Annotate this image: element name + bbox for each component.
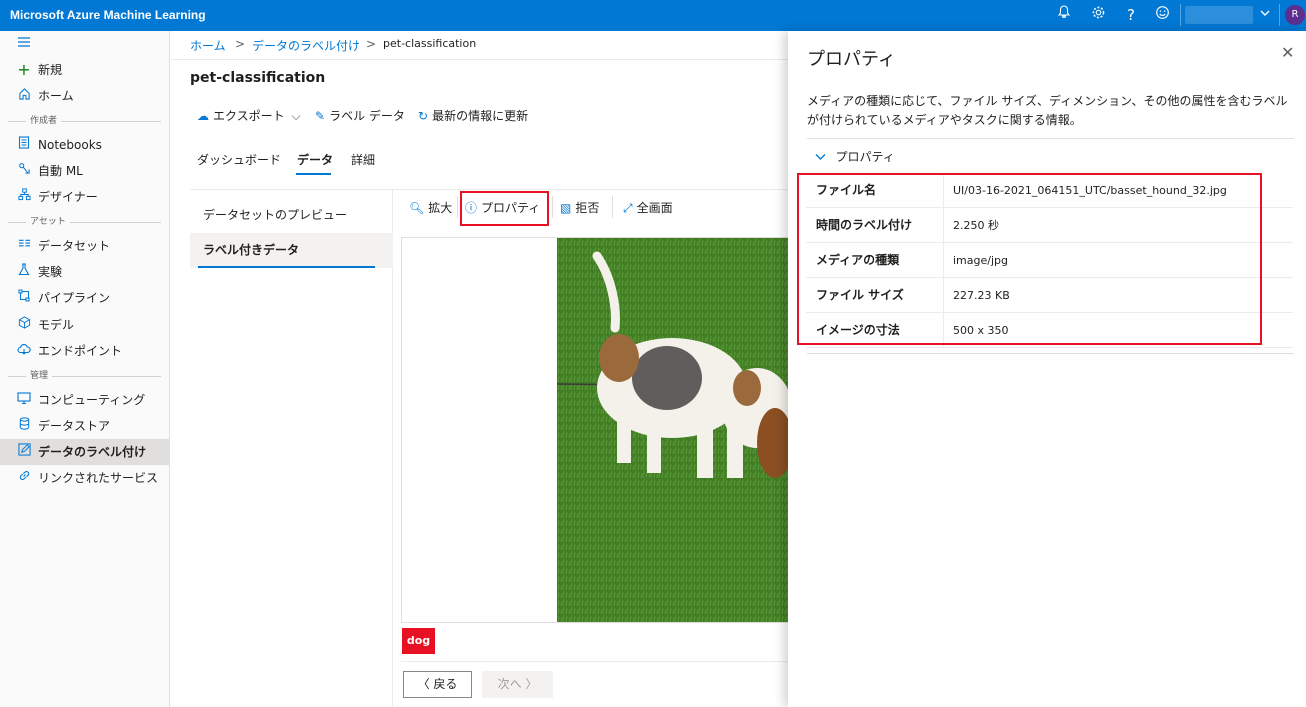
divider <box>171 59 788 60</box>
sidebar-item-models[interactable]: モデル <box>0 312 169 338</box>
nav-labeled-data[interactable]: ラベル付きデータ <box>190 233 393 268</box>
dataset-icon <box>16 233 32 259</box>
expand-icon: ⤢ <box>623 201 633 215</box>
reject-image-icon: ▧ <box>560 201 572 215</box>
chevron-down-icon: ⌵ <box>291 109 301 123</box>
flask-icon <box>16 259 32 285</box>
plus-icon: + <box>17 60 31 79</box>
page-title: pet-classification <box>190 70 326 86</box>
divider <box>401 661 788 662</box>
zoom-button[interactable]: 🔍︎ 拡大 <box>409 199 452 217</box>
avatar[interactable]: R <box>1285 5 1305 25</box>
sidebar-item-data-labeling[interactable]: データのラベル付け <box>0 439 169 465</box>
reject-button[interactable]: ▧ 拒否 <box>560 199 599 217</box>
export-button[interactable]: ☁ エクスポート ⌵ <box>197 107 301 125</box>
section-author: 作成者 <box>0 115 169 127</box>
sidebar-item-datasets[interactable]: データセット <box>0 233 169 259</box>
divider <box>807 138 1294 139</box>
section-manage: 管理 <box>0 370 169 382</box>
zoom-in-icon: 🔍︎ <box>409 201 425 215</box>
tab-dashboard[interactable]: ダッシュボード <box>197 151 281 168</box>
properties-panel: プロパティ ✕ メディアの種類に応じて、ファイル サイズ、ディメンション、その他… <box>788 31 1306 707</box>
nav-dataset-preview[interactable]: データセットのプレビュー <box>190 198 393 233</box>
breadcrumb-separator: > <box>235 37 246 51</box>
sidebar-item-datastores[interactable]: データストア <box>0 413 169 439</box>
nav-active-indicator <box>198 266 375 268</box>
sidebar-item-notebooks[interactable]: Notebooks <box>0 132 169 158</box>
breadcrumb-project: pet-classification <box>383 37 477 50</box>
close-icon[interactable]: ✕ <box>1281 43 1294 62</box>
back-button[interactable]: 〈 戻る <box>403 671 472 698</box>
sidebar-item-pipelines[interactable]: パイプライン <box>0 285 169 311</box>
chevron-left-icon: 〈 <box>417 677 430 691</box>
hamburger-menu-button[interactable] <box>0 31 169 57</box>
top-bar: Microsoft Azure Machine Learning ? R <box>0 0 1306 31</box>
breadcrumb-labeling[interactable]: データのラベル付け <box>252 37 360 54</box>
fullscreen-button[interactable]: ⤢ 全画面 <box>623 199 673 217</box>
chevron-right-icon: 〉 <box>525 677 538 691</box>
divider <box>807 353 1294 354</box>
hamburger-icon <box>16 31 32 57</box>
automl-icon <box>16 158 32 184</box>
divider <box>1279 4 1280 26</box>
sidebar-item-experiments[interactable]: 実験 <box>0 259 169 285</box>
tab-data[interactable]: データ <box>297 151 333 168</box>
feedback-smiley-icon[interactable] <box>1152 5 1172 25</box>
model-cube-icon <box>16 312 32 338</box>
sidebar-item-automl[interactable]: 自動 ML <box>0 158 169 184</box>
gear-icon[interactable] <box>1088 5 1108 25</box>
home-icon <box>16 83 32 109</box>
section-assets: アセット <box>0 216 169 228</box>
database-icon <box>16 413 32 439</box>
divider <box>1180 4 1181 26</box>
labeled-image-basset-hound <box>557 238 788 622</box>
pipeline-icon <box>16 285 32 311</box>
divider <box>612 196 613 218</box>
panel-title: プロパティ <box>807 49 896 70</box>
label-tag[interactable]: dog <box>402 628 435 654</box>
sidebar-item-linked-services[interactable]: リンクされたサービス <box>0 465 169 491</box>
app-title[interactable]: Microsoft Azure Machine Learning <box>10 8 206 22</box>
sidebar-item-endpoints[interactable]: エンドポイント <box>0 338 169 364</box>
refresh-button[interactable]: ↻ 最新の情報に更新 <box>418 107 528 125</box>
bell-icon[interactable] <box>1054 5 1074 25</box>
refresh-icon: ↻ <box>418 109 429 123</box>
panel-description: メディアの種類に応じて、ファイル サイズ、ディメンション、その他の属性を含むラベ… <box>807 94 1288 127</box>
divider <box>457 196 458 218</box>
properties-section-toggle[interactable]: プロパティ <box>815 148 895 165</box>
endpoint-cloud-icon <box>16 338 32 364</box>
tab-details[interactable]: 詳細 <box>351 151 375 168</box>
sidebar-item-new[interactable]: + 新規 <box>0 57 169 83</box>
cloud-download-icon: ☁ <box>197 109 209 123</box>
sidebar-item-compute[interactable]: コンピューティング <box>0 387 169 413</box>
help-icon[interactable]: ? <box>1121 5 1141 25</box>
link-icon <box>16 465 32 491</box>
highlight-box-properties-table <box>797 173 1262 345</box>
sidebar-item-designer[interactable]: デザイナー <box>0 184 169 210</box>
sidebar: + 新規 ホーム 作成者 Notebooks 自動 ML デザイナー アセット … <box>0 31 170 707</box>
breadcrumb-home[interactable]: ホーム <box>190 37 226 54</box>
monitor-icon <box>16 387 32 413</box>
chevron-down-icon[interactable] <box>1255 5 1275 25</box>
chevron-down-icon <box>815 151 830 164</box>
notebook-icon <box>16 132 32 158</box>
edit-label-icon <box>16 439 32 465</box>
account-name-redacted[interactable] <box>1185 6 1253 24</box>
sidebar-item-home[interactable]: ホーム <box>0 83 169 109</box>
divider <box>552 196 553 218</box>
breadcrumb-separator: > <box>366 37 377 51</box>
label-data-button[interactable]: ✎ ラベル データ <box>315 107 405 125</box>
tab-active-indicator <box>296 173 331 175</box>
edit-icon: ✎ <box>315 109 326 123</box>
highlight-box-properties <box>460 191 549 226</box>
next-button[interactable]: 次へ 〉 <box>482 671 553 698</box>
designer-icon <box>16 184 32 210</box>
